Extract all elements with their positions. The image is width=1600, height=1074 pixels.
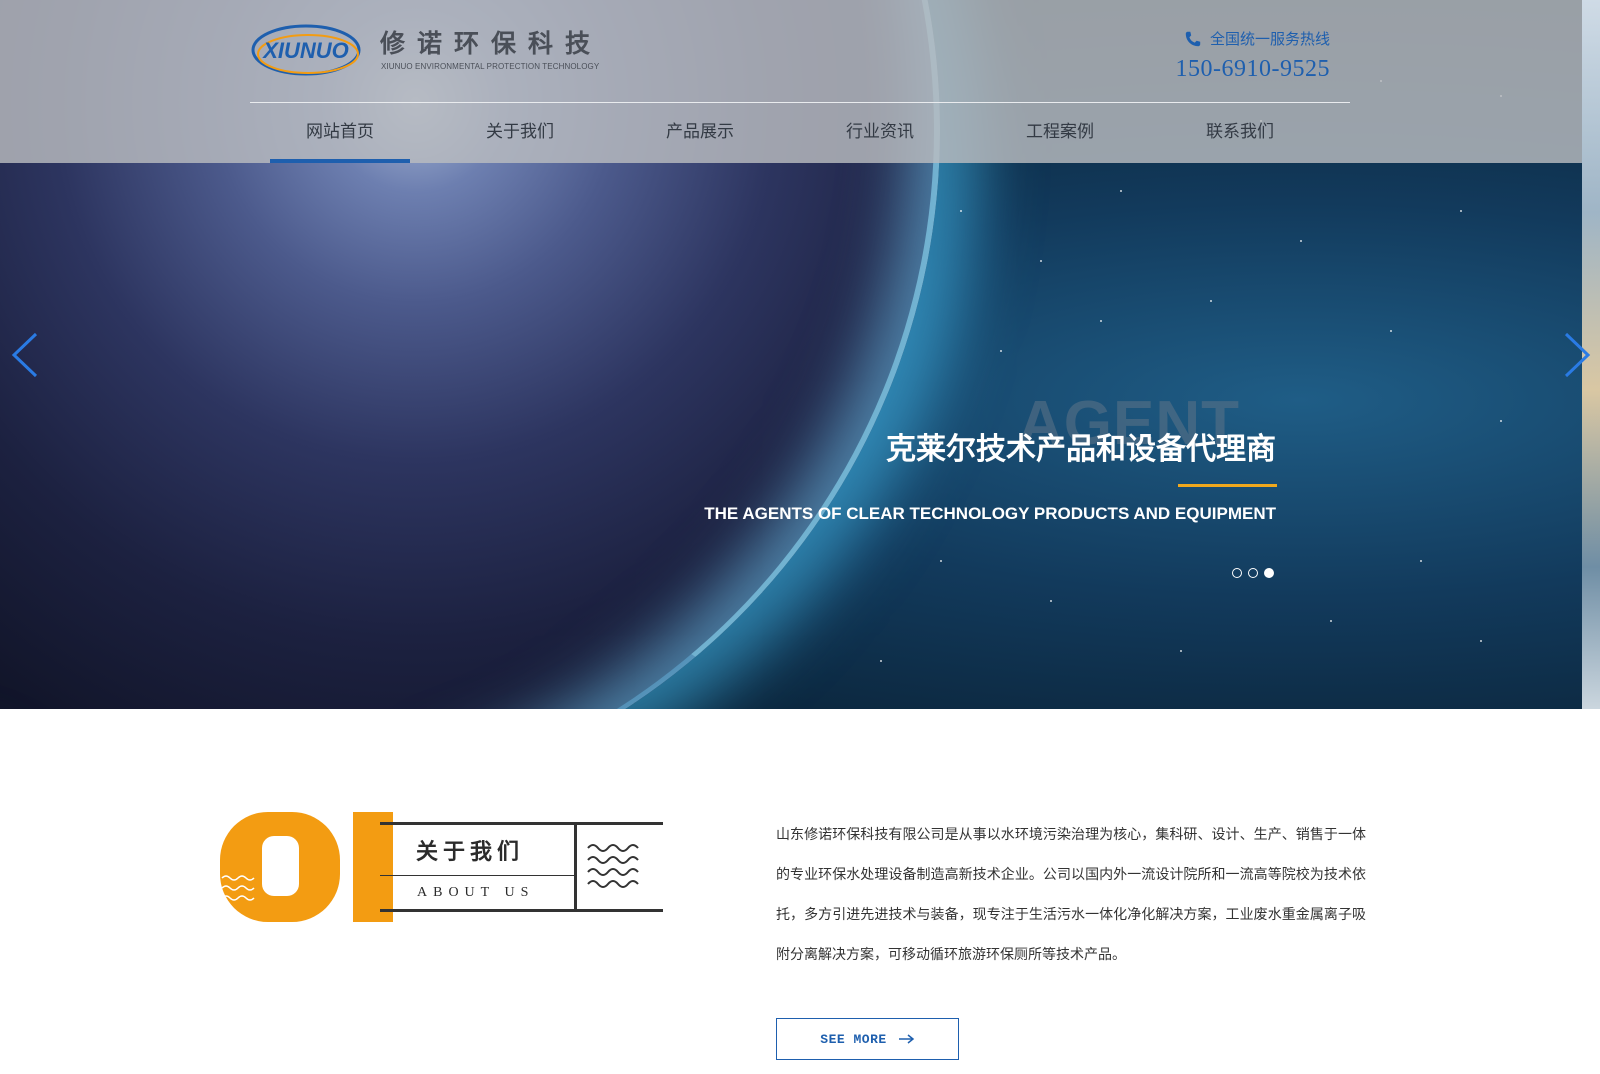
phone-icon xyxy=(1185,31,1201,46)
slider-dot-3[interactable] xyxy=(1264,568,1274,578)
hotline-label: 全国统一服务热线 xyxy=(1209,30,1330,48)
nav-item-products[interactable]: 产品展示 xyxy=(610,103,790,163)
site-header: XIUNUO 修诺环保科技 XIUNUO ENVIRONMENTAL PROTE… xyxy=(0,0,1582,163)
chevron-left-icon[interactable] xyxy=(8,330,42,380)
nav-item-about[interactable]: 关于我们 xyxy=(430,103,610,163)
slide-accent-line xyxy=(1178,484,1277,487)
nav-item-cases[interactable]: 工程案例 xyxy=(970,103,1150,163)
chevron-right-icon[interactable] xyxy=(1560,330,1594,380)
nav-item-news[interactable]: 行业资讯 xyxy=(790,103,970,163)
slide-title: 克莱尔技术产品和设备代理商 xyxy=(886,432,1276,467)
logo-mark: XIUNUO xyxy=(251,24,361,76)
logo-name-en: XIUNUO ENVIRONMENTAL PROTECTION TECHNOLO… xyxy=(381,62,600,71)
badge-number-one xyxy=(353,812,393,922)
see-more-button[interactable]: SEE MORE xyxy=(776,1018,959,1060)
svg-text:XIUNUO: XIUNUO xyxy=(261,38,349,63)
logo-name-cn: 修诺环保科技 xyxy=(380,29,603,58)
see-more-label: SEE MORE xyxy=(820,1031,887,1047)
nav-item-contact[interactable]: 联系我们 xyxy=(1150,103,1330,163)
wave-decoration-icon xyxy=(587,844,639,888)
about-title-cn: 关于我们 xyxy=(416,840,525,865)
wave-decoration-icon xyxy=(221,875,255,901)
site-logo[interactable]: XIUNUO 修诺环保科技 XIUNUO ENVIRONMENTAL PROTE… xyxy=(250,20,620,80)
arrow-right-icon xyxy=(898,1034,914,1044)
slider-dot-1[interactable] xyxy=(1232,568,1242,578)
about-title-en: ABOUT US xyxy=(417,885,535,900)
slider-pagination xyxy=(1232,568,1274,578)
nav-item-home[interactable]: 网站首页 xyxy=(250,103,430,163)
main-nav: 网站首页 关于我们 产品展示 行业资讯 工程案例 联系我们 xyxy=(250,103,1350,163)
about-description: 山东修诺环保科技有限公司是从事以水环境污染治理为核心，集科研、设计、生产、销售于… xyxy=(776,827,1366,963)
hotline-number[interactable]: 150-6910-9525 xyxy=(1070,56,1330,83)
hotline: 全国统一服务热线 150-6910-9525 xyxy=(1070,28,1330,83)
slide-subtitle: THE AGENTS OF CLEAR TECHNOLOGY PRODUCTS … xyxy=(704,504,1276,523)
about-section-badge: 关于我们 ABOUT US xyxy=(220,812,665,924)
slider-dot-2[interactable] xyxy=(1248,568,1258,578)
